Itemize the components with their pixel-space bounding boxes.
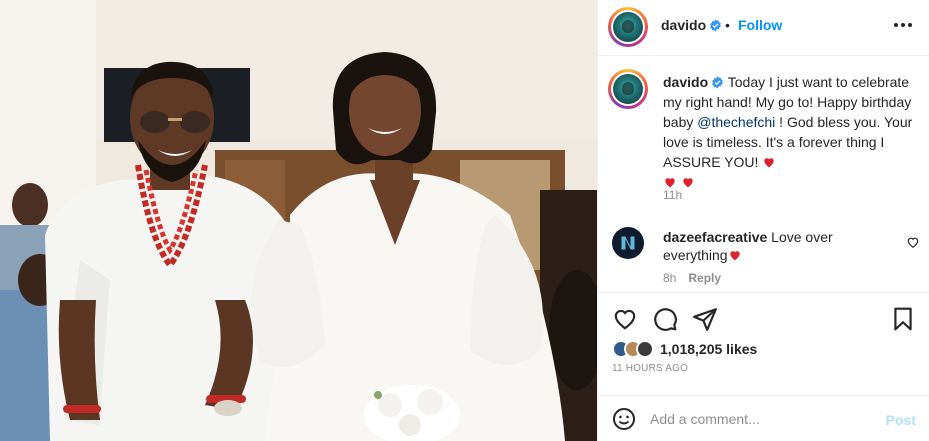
liker-avatar[interactable]: [636, 340, 654, 358]
comment-reply-button[interactable]: Reply: [688, 271, 721, 285]
post-photo-illustration: [0, 0, 597, 441]
caption-username[interactable]: davido: [663, 74, 708, 90]
post-image[interactable]: [0, 0, 597, 441]
commenter-logo-icon: [621, 236, 635, 250]
heart-emoji: [764, 158, 774, 168]
add-comment-bar: Post: [598, 395, 929, 441]
follow-button[interactable]: Follow: [738, 17, 782, 33]
author-username[interactable]: davido: [661, 17, 722, 33]
post-timestamp[interactable]: 11 HOURS AGO: [612, 363, 688, 374]
comment-time[interactable]: 8h: [663, 271, 676, 285]
comment-username[interactable]: dazeefacreative: [663, 229, 767, 245]
post-comment-button[interactable]: Post: [886, 412, 916, 428]
heart-outline-icon[interactable]: [612, 306, 638, 332]
post-caption: davido Today I just want to celebrate my…: [663, 72, 913, 192]
author-username-text[interactable]: davido: [661, 17, 706, 33]
comment-meta: 8h Reply: [663, 271, 721, 285]
likes-row: 1,018,205 likes: [612, 340, 757, 358]
verified-badge-icon: [712, 76, 723, 89]
heart-emoji: [729, 251, 740, 261]
comment-item: dazeefacreative Love over everything: [663, 228, 893, 264]
post-header: davido • Follow: [598, 0, 929, 56]
caption-time[interactable]: 11h: [663, 188, 682, 202]
smiley-face-icon[interactable]: [612, 407, 636, 431]
author-avatar[interactable]: [608, 7, 648, 47]
caption-mention-link[interactable]: @thechefchi: [697, 114, 775, 130]
caption-author-avatar[interactable]: [608, 69, 648, 109]
action-bar: [598, 300, 929, 340]
heart-emoji: [683, 178, 693, 188]
post-side-panel: davido • Follow davido Today I just want…: [597, 0, 929, 441]
bookmark-icon[interactable]: [890, 306, 916, 332]
commenter-avatar[interactable]: [612, 227, 644, 259]
comment-heart-outline-icon[interactable]: [906, 235, 920, 249]
heart-emoji: [665, 178, 675, 188]
comments-section: davido Today I just want to celebrate my…: [598, 57, 929, 293]
likes-count[interactable]: 1,018,205 likes: [660, 341, 757, 357]
add-comment-input[interactable]: [650, 407, 870, 431]
verified-badge-icon: [710, 19, 721, 32]
more-options-icon[interactable]: [892, 14, 914, 36]
header-separator: •: [725, 17, 730, 33]
comment-bubble-icon[interactable]: [652, 306, 678, 332]
paper-plane-icon[interactable]: [692, 306, 718, 332]
